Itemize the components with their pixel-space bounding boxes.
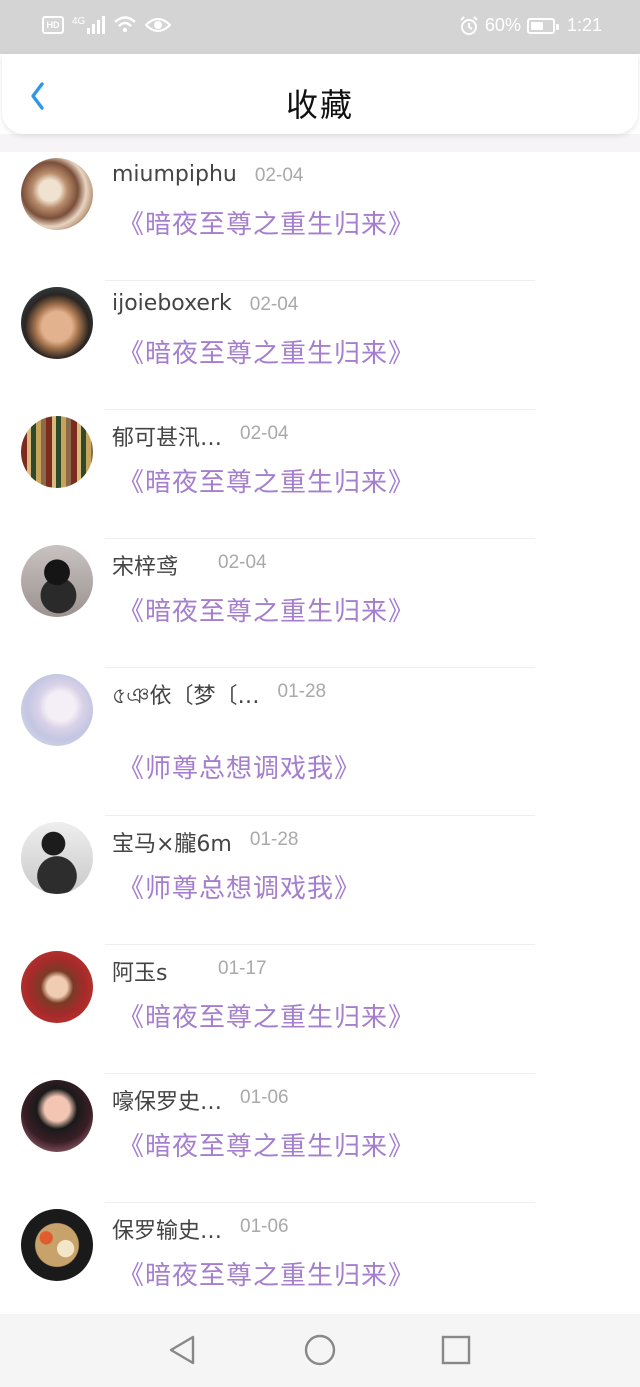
favorite-item[interactable]: ৫ঞ依〔梦〔… 01-28 《师尊总想调戏我》 [0, 668, 640, 816]
book-title-link[interactable]: 《暗夜至尊之重生归来》 [118, 1255, 415, 1292]
favorite-item[interactable]: 宋梓鸢 02-04 《暗夜至尊之重生归来》 [0, 539, 640, 668]
avatar[interactable] [21, 674, 93, 746]
battery-level [530, 21, 543, 30]
alarm-icon [460, 15, 478, 35]
user-name[interactable]: 阿玉s [112, 955, 167, 987]
favorite-item[interactable]: 阿玉s 01-17 《暗夜至尊之重生归来》 [0, 945, 640, 1074]
favorite-item[interactable]: 宝马×朧6m 01-28 《师尊总想调戏我》 [0, 816, 640, 945]
clock: 1:21 [566, 15, 602, 35]
battery-percent: 60% [484, 15, 521, 35]
triangle-back-icon [169, 1335, 195, 1365]
favorite-item[interactable]: 郁可甚汛… 02-04 《暗夜至尊之重生归来》 [0, 410, 640, 539]
user-name[interactable]: 保罗输史… [112, 1213, 222, 1245]
avatar[interactable] [21, 416, 93, 488]
app-header: 收藏 [2, 54, 638, 134]
avatar[interactable] [21, 287, 93, 359]
favorite-item[interactable]: ijoieboxerk 02-04 《暗夜至尊之重生归来》 [0, 281, 640, 410]
avatar[interactable] [21, 545, 93, 617]
user-name[interactable]: ijoieboxerk [112, 291, 232, 316]
favorite-date: 01-06 [240, 1216, 289, 1237]
nav-recents-button[interactable] [438, 1332, 474, 1368]
system-nav-bar [0, 1314, 640, 1387]
avatar[interactable] [21, 951, 93, 1023]
user-name[interactable]: 嚎保罗史… [112, 1084, 222, 1116]
favorite-date: 02-04 [249, 294, 299, 315]
avatar[interactable] [21, 158, 93, 230]
signal-icon: 4G [72, 16, 106, 34]
book-title-link[interactable]: 《暗夜至尊之重生归来》 [118, 462, 415, 499]
wifi-icon [114, 16, 137, 33]
favorite-date: 02-04 [240, 423, 289, 444]
status-bar: HD 4G 60% 1:21 [0, 0, 640, 54]
eye-icon [145, 17, 172, 33]
book-title-link[interactable]: 《师尊总想调戏我》 [118, 748, 361, 785]
avatar[interactable] [21, 1080, 93, 1152]
user-name[interactable]: miumpiphu [112, 162, 237, 187]
favorite-item[interactable]: 嚎保罗史… 01-06 《暗夜至尊之重生归来》 [0, 1074, 640, 1203]
favorites-list: miumpiphu 02-04 《暗夜至尊之重生归来》 ijoieboxerk 02-0… [0, 152, 640, 1332]
square-recents-icon [441, 1335, 471, 1365]
favorite-date: 01-28 [249, 829, 299, 850]
book-title-link[interactable]: 《暗夜至尊之重生归来》 [118, 204, 415, 241]
book-title-link[interactable]: 《师尊总想调戏我》 [118, 868, 361, 905]
user-name[interactable]: 郁可甚汛… [112, 420, 222, 452]
user-name[interactable]: 宝马×朧6m [112, 826, 232, 858]
page-title: 收藏 [285, 86, 354, 124]
favorite-item[interactable]: 保罗输史… 01-06 《暗夜至尊之重生归来》 [0, 1203, 640, 1332]
nav-back-button[interactable] [165, 1332, 201, 1368]
header-separator [0, 134, 640, 152]
network-type-label: 4G [72, 16, 86, 27]
favorite-item[interactable]: miumpiphu 02-04 《暗夜至尊之重生归来》 [0, 152, 640, 281]
user-name[interactable]: ৫ঞ依〔梦〔… [112, 678, 260, 716]
status-right-icons: 60% 1:21 [459, 15, 602, 36]
hd-icon: HD [42, 16, 64, 34]
book-title-link[interactable]: 《暗夜至尊之重生归来》 [118, 997, 415, 1034]
status-left-icons: HD 4G [42, 15, 172, 35]
user-name[interactable]: 宋梓鸢 [112, 549, 178, 581]
favorite-date: 02-04 [254, 165, 304, 186]
avatar[interactable] [21, 1209, 93, 1281]
book-title-link[interactable]: 《暗夜至尊之重生归来》 [118, 591, 415, 628]
book-title-link[interactable]: 《暗夜至尊之重生归来》 [118, 333, 415, 370]
battery-icon [526, 17, 559, 34]
favorite-date: 01-17 [218, 958, 267, 979]
avatar[interactable] [21, 822, 93, 894]
favorite-date: 02-04 [218, 552, 267, 573]
favorite-date: 01-06 [240, 1087, 289, 1108]
nav-home-button[interactable] [302, 1332, 338, 1368]
favorite-date: 01-28 [277, 681, 327, 702]
circle-home-icon [304, 1334, 336, 1366]
book-title-link[interactable]: 《暗夜至尊之重生归来》 [118, 1126, 415, 1163]
